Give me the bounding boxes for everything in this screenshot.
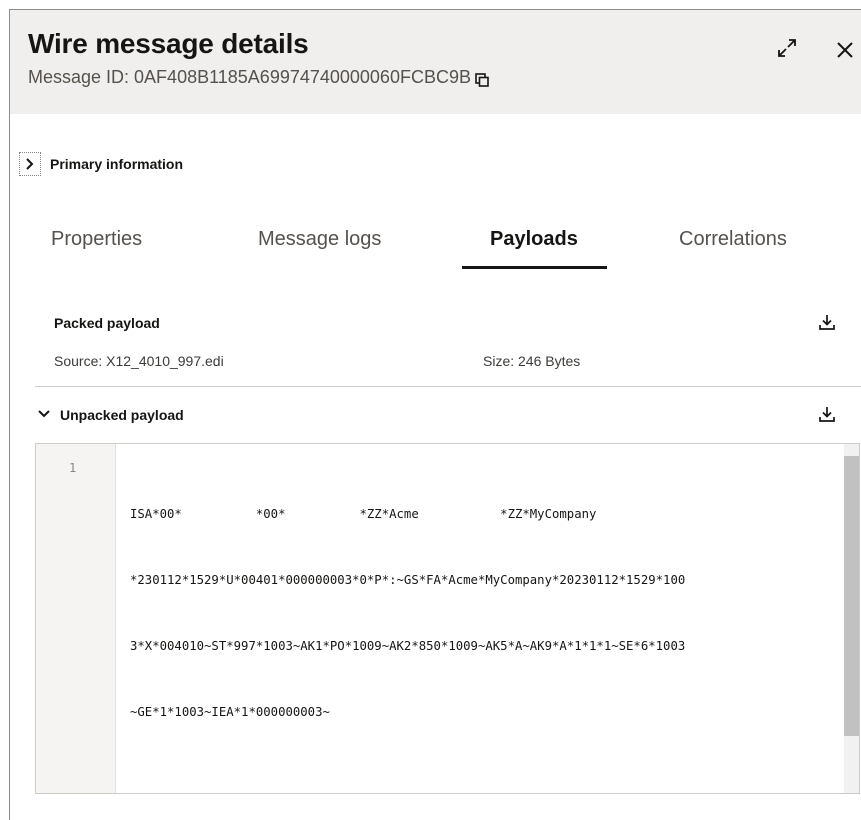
- payload-code-editor[interactable]: 1 ISA*00* *00* *ZZ*Acme *ZZ*MyCompany *2…: [35, 443, 860, 794]
- wire-message-details-panel: Wire message details Message ID: 0AF408B…: [9, 9, 861, 820]
- primary-information-toggle[interactable]: Primary information: [19, 152, 183, 176]
- packed-payload-title: Packed payload: [54, 315, 160, 331]
- tab-bar: Properties Message logs Payloads Correla…: [10, 220, 861, 280]
- message-id-label: Message ID: 0AF408B1185A69974740000060FC…: [28, 67, 471, 87]
- payload-line: ISA*00* *00* *ZZ*Acme *ZZ*MyCompany: [130, 507, 597, 521]
- message-id: Message ID: 0AF408B1185A69974740000060FC…: [28, 67, 489, 88]
- tab-correlations[interactable]: Correlations: [679, 228, 787, 251]
- vertical-scrollbar[interactable]: [844, 444, 859, 793]
- chevron-down-icon[interactable]: [38, 406, 50, 424]
- download-icon[interactable]: [818, 313, 836, 331]
- section-divider: [35, 386, 861, 387]
- payload-line: *230112*1529*U*00401*000000003*0*P*:~GS*…: [130, 573, 686, 587]
- panel-header: Wire message details Message ID: 0AF408B…: [10, 10, 861, 114]
- download-icon[interactable]: [818, 405, 836, 423]
- line-number: 1: [69, 461, 77, 475]
- line-number-gutter: 1: [36, 444, 116, 793]
- primary-information-label: Primary information: [50, 156, 184, 172]
- payload-content[interactable]: ISA*00* *00* *ZZ*Acme *ZZ*MyCompany *230…: [130, 459, 845, 767]
- chevron-right-icon[interactable]: [19, 152, 41, 176]
- tab-message-logs[interactable]: Message logs: [258, 228, 381, 251]
- scrollbar-thumb[interactable]: [844, 456, 859, 736]
- copy-icon[interactable]: [475, 71, 489, 87]
- unpacked-payload-title: Unpacked payload: [60, 407, 184, 423]
- active-tab-indicator: [462, 266, 607, 269]
- payload-line: 3*X*004010~ST*997*1003~AK1*PO*1009~AK2*8…: [130, 639, 686, 653]
- tab-properties[interactable]: Properties: [51, 228, 142, 251]
- packed-payload-size: Size: 246 Bytes: [483, 353, 581, 369]
- tab-payloads[interactable]: Payloads: [490, 228, 578, 251]
- payload-line: ~GE*1*1003~IEA*1*000000003~: [130, 705, 330, 719]
- unpacked-payload-toggle[interactable]: Unpacked payload: [38, 406, 184, 424]
- expand-icon[interactable]: [776, 37, 798, 59]
- packed-payload-source: Source: X12_4010_997.edi: [54, 353, 224, 369]
- page-title: Wire message details: [28, 28, 309, 59]
- close-icon[interactable]: [835, 40, 855, 60]
